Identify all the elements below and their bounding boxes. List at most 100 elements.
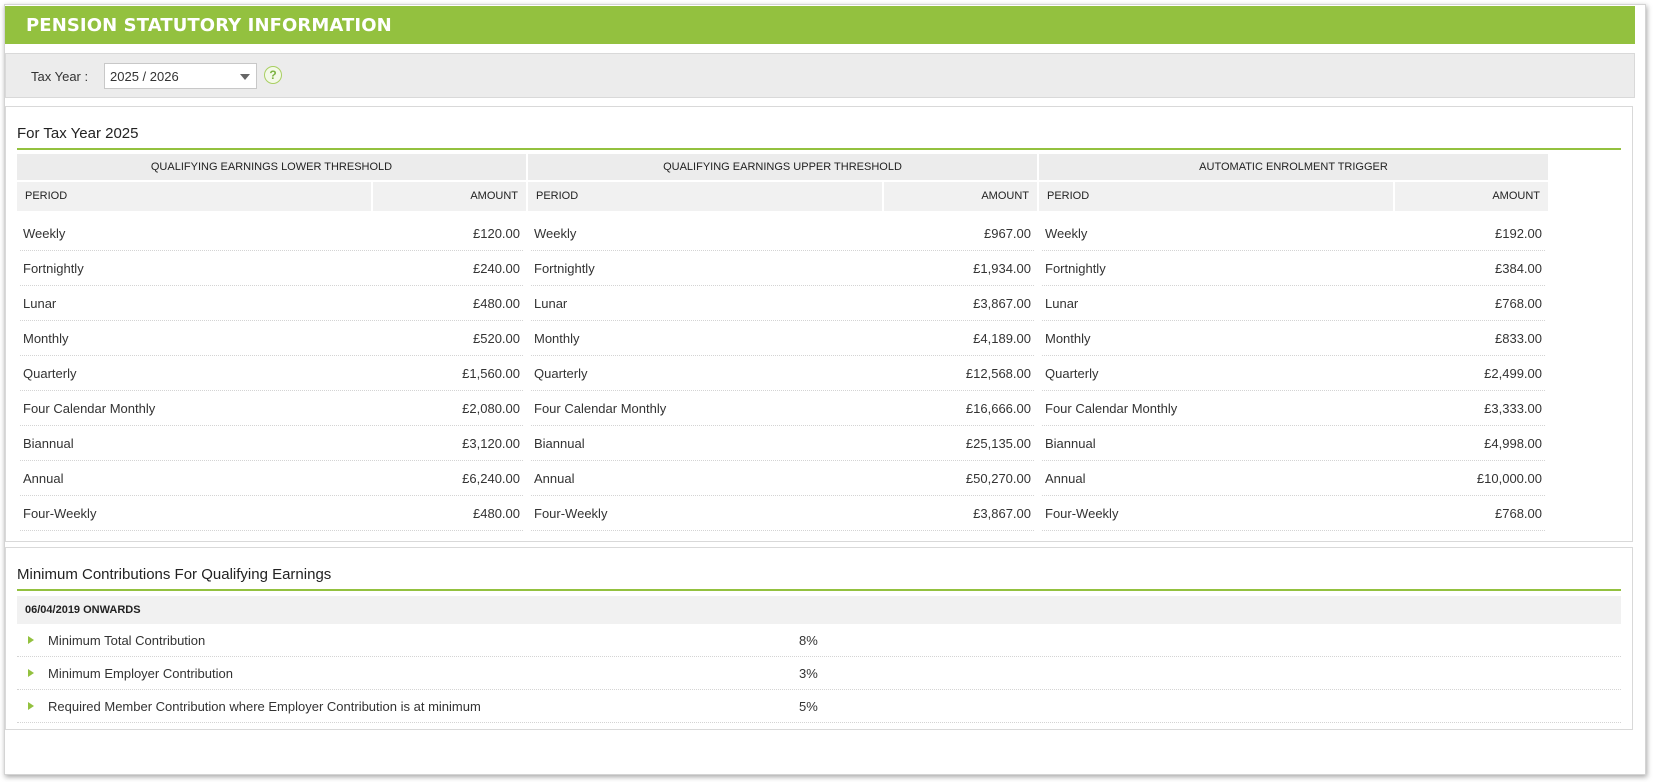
amount-cell: £2,080.00 bbox=[462, 401, 520, 416]
period-cell: Four-Weekly bbox=[1045, 506, 1119, 521]
period-cell: Annual bbox=[23, 471, 64, 486]
thresholds-title: For Tax Year 2025 bbox=[17, 125, 139, 142]
contributions-subheader: 06/04/2019 ONWARDS bbox=[17, 596, 1621, 624]
triangle-right-icon bbox=[28, 669, 34, 677]
amount-cell: £1,934.00 bbox=[973, 261, 1031, 276]
contribution-value: 8% bbox=[799, 633, 818, 648]
period-cell: Four Calendar Monthly bbox=[23, 401, 156, 416]
amount-cell: £240.00 bbox=[473, 261, 520, 276]
page-banner: PENSION STATUTORY INFORMATION bbox=[5, 6, 1635, 44]
period-cell: Biannual bbox=[23, 436, 74, 451]
period-cell: Four-Weekly bbox=[534, 506, 608, 521]
amount-cell: £3,867.00 bbox=[973, 506, 1031, 521]
row-divider bbox=[531, 460, 1034, 461]
amount-cell: £192.00 bbox=[1495, 226, 1542, 241]
amount-cell: £12,568.00 bbox=[965, 366, 1031, 381]
contribution-value: 3% bbox=[799, 666, 818, 681]
amount-cell: £16,666.00 bbox=[965, 401, 1031, 416]
amount-column-header: AMOUNT bbox=[1395, 182, 1548, 211]
period-cell: Four Calendar Monthly bbox=[1045, 401, 1178, 416]
row-divider bbox=[20, 285, 523, 286]
thresholds-panel: For Tax Year 2025 QUALIFYING EARNINGS LO… bbox=[5, 106, 1633, 542]
amount-cell: £3,120.00 bbox=[462, 436, 520, 451]
contribution-value: 5% bbox=[799, 699, 818, 714]
amount-cell: £833.00 bbox=[1495, 331, 1542, 346]
period-cell: Biannual bbox=[1045, 436, 1096, 451]
period-cell: Weekly bbox=[1045, 226, 1088, 241]
row-divider bbox=[531, 530, 1034, 531]
amount-cell: £3,333.00 bbox=[1484, 401, 1542, 416]
row-divider bbox=[1042, 460, 1545, 461]
group-header: QUALIFYING EARNINGS LOWER THRESHOLD bbox=[17, 154, 526, 180]
amount-cell: £50,270.00 bbox=[965, 471, 1031, 486]
filter-toolbar: Tax Year : 2025 / 2026 ? bbox=[5, 53, 1635, 98]
row-divider bbox=[20, 530, 523, 531]
contribution-label: Minimum Total Contribution bbox=[48, 633, 206, 648]
row-divider bbox=[1042, 530, 1545, 531]
row-divider bbox=[531, 425, 1034, 426]
period-cell: Monthly bbox=[534, 331, 580, 346]
tax-year-select[interactable]: 2025 / 2026 bbox=[104, 63, 257, 89]
period-cell: Quarterly bbox=[1045, 366, 1099, 381]
row-divider bbox=[531, 320, 1034, 321]
amount-cell: £2,499.00 bbox=[1484, 366, 1542, 381]
period-cell: Four-Weekly bbox=[23, 506, 97, 521]
amount-cell: £967.00 bbox=[984, 226, 1031, 241]
row-divider bbox=[20, 425, 523, 426]
period-cell: Monthly bbox=[23, 331, 69, 346]
row-divider bbox=[531, 250, 1034, 251]
period-cell: Quarterly bbox=[23, 366, 77, 381]
period-cell: Lunar bbox=[534, 296, 568, 311]
period-cell: Monthly bbox=[1045, 331, 1091, 346]
subheader-label: 06/04/2019 ONWARDS bbox=[25, 604, 141, 616]
amount-cell: £3,867.00 bbox=[973, 296, 1031, 311]
period-cell: Fortnightly bbox=[1045, 261, 1106, 276]
period-cell: Lunar bbox=[23, 296, 57, 311]
group-header: AUTOMATIC ENROLMENT TRIGGER bbox=[1039, 154, 1548, 180]
period-column-header: PERIOD bbox=[1039, 182, 1393, 211]
amount-cell: £4,189.00 bbox=[973, 331, 1031, 346]
row-divider bbox=[20, 320, 523, 321]
period-cell: Weekly bbox=[23, 226, 66, 241]
period-column-header: PERIOD bbox=[17, 182, 371, 211]
period-cell: Lunar bbox=[1045, 296, 1079, 311]
tax-year-label: Tax Year : bbox=[31, 69, 89, 84]
row-divider bbox=[20, 250, 523, 251]
period-cell: Fortnightly bbox=[23, 261, 84, 276]
triangle-right-icon bbox=[28, 702, 34, 710]
amount-cell: £4,998.00 bbox=[1484, 436, 1542, 451]
contribution-label: Required Member Contribution where Emplo… bbox=[48, 699, 481, 714]
contribution-row: Required Member Contribution where Emplo… bbox=[17, 690, 1621, 723]
amount-cell: £480.00 bbox=[473, 296, 520, 311]
group-header: QUALIFYING EARNINGS UPPER THRESHOLD bbox=[528, 154, 1037, 180]
amount-column-header: AMOUNT bbox=[884, 182, 1037, 211]
amount-cell: £120.00 bbox=[473, 226, 520, 241]
amount-cell: £520.00 bbox=[473, 331, 520, 346]
amount-cell: £1,560.00 bbox=[462, 366, 520, 381]
row-divider bbox=[1042, 390, 1545, 391]
row-divider bbox=[531, 495, 1034, 496]
contributions-title: Minimum Contributions For Qualifying Ear… bbox=[17, 566, 332, 583]
row-divider bbox=[1042, 250, 1545, 251]
row-divider bbox=[20, 460, 523, 461]
contributions-panel: Minimum Contributions For Qualifying Ear… bbox=[5, 547, 1633, 730]
triangle-right-icon bbox=[28, 636, 34, 644]
amount-cell: £384.00 bbox=[1495, 261, 1542, 276]
amount-cell: £10,000.00 bbox=[1476, 471, 1542, 486]
contribution-label: Minimum Employer Contribution bbox=[48, 666, 233, 681]
contribution-row: Minimum Employer Contribution 3% bbox=[17, 657, 1621, 690]
row-divider bbox=[20, 390, 523, 391]
amount-cell: £6,240.00 bbox=[462, 471, 520, 486]
help-icon[interactable]: ? bbox=[264, 66, 282, 84]
period-cell: Four Calendar Monthly bbox=[534, 401, 667, 416]
row-divider bbox=[1042, 320, 1545, 321]
row-divider bbox=[20, 495, 523, 496]
row-divider bbox=[531, 390, 1034, 391]
amount-cell: £480.00 bbox=[473, 506, 520, 521]
row-divider bbox=[1042, 495, 1545, 496]
row-divider bbox=[1042, 285, 1545, 286]
contribution-row: Minimum Total Contribution 8% bbox=[17, 624, 1621, 657]
panel-divider bbox=[17, 148, 1621, 150]
row-divider bbox=[531, 355, 1034, 356]
period-cell: Fortnightly bbox=[534, 261, 595, 276]
